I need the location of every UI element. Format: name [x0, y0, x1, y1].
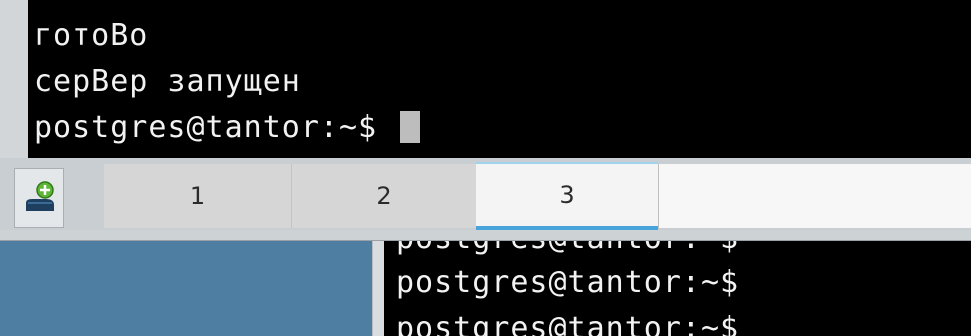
window-bottom-border: [0, 230, 971, 241]
background-terminal-window[interactable]: postgres@tantor:~$ postgres@tantor:~$ po…: [384, 221, 971, 336]
tab-2[interactable]: 2: [292, 164, 476, 228]
terminal-line: серВер запущен: [34, 64, 301, 99]
terminal-output[interactable]: готоВо серВер запущен postgres@tantor:~$: [28, 0, 971, 158]
terminal-line: postgres@tantor:~$: [396, 311, 740, 336]
tab-label: 2: [376, 182, 392, 210]
new-tab-button[interactable]: [14, 168, 64, 228]
terminal-line: готоВо: [34, 18, 149, 53]
text-cursor: [400, 111, 421, 143]
tab-bar-empty-area: [658, 164, 971, 228]
tab-label: 1: [189, 182, 206, 210]
desktop-background: [0, 240, 372, 336]
terminal-line: postgres@tantor:~$: [396, 265, 740, 300]
terminal-window: готоВо серВер запущен postgres@tantor:~$…: [0, 0, 971, 241]
terminal-prompt: postgres@tantor:~$: [34, 110, 378, 145]
tab-1[interactable]: 1: [104, 164, 292, 228]
desktop: postgres@tantor:~$ postgres@tantor:~$ po…: [0, 0, 971, 336]
new-terminal-icon: [26, 181, 54, 211]
window-border: [0, 0, 28, 158]
tab-3-active[interactable]: 3: [476, 162, 658, 232]
terminal-prompt-line: postgres@tantor:~$: [34, 108, 421, 148]
tab-label: 3: [559, 181, 575, 209]
